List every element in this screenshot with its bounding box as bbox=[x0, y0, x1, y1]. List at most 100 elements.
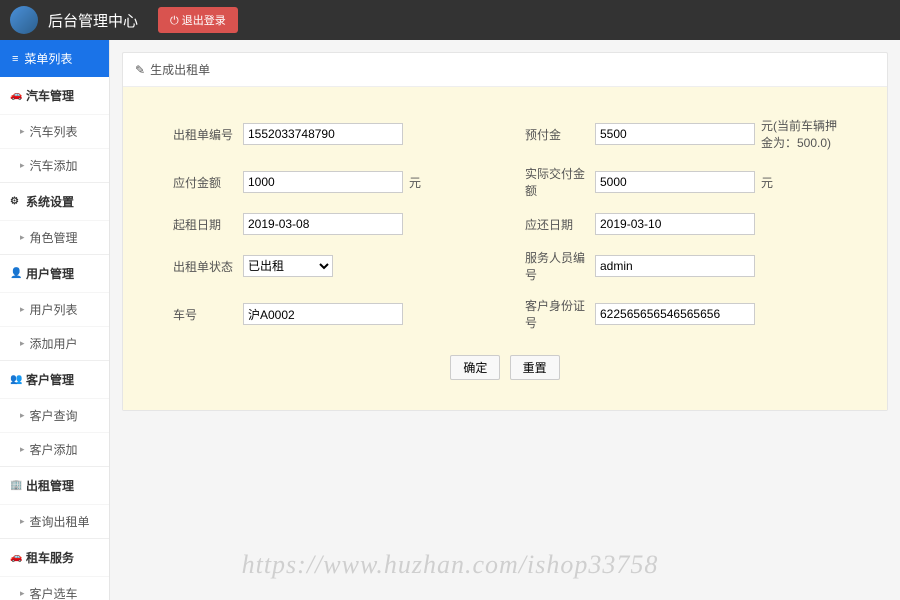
reset-button[interactable]: 重置 bbox=[510, 355, 560, 380]
input-rent-no[interactable] bbox=[243, 123, 403, 145]
submit-button[interactable]: 确定 bbox=[450, 355, 500, 380]
menu-group: 🚗 汽车管理 ▸ 汽车列表 ▸ 汽车添加 bbox=[0, 77, 109, 183]
sidebar-item[interactable]: ▸ 汽车列表 bbox=[0, 114, 109, 148]
sidebar-header-label: 菜单列表 bbox=[24, 50, 72, 67]
label-return-date: 应还日期 bbox=[525, 216, 595, 233]
chevron-right-icon: ▸ bbox=[20, 160, 25, 171]
menu-group-label: 出租管理 bbox=[26, 477, 74, 494]
menu-group-title[interactable]: 👥 客户管理 bbox=[0, 361, 109, 398]
menu-group-label: 用户管理 bbox=[26, 265, 74, 282]
chevron-right-icon: ▸ bbox=[20, 232, 25, 243]
label-actual-paid: 实际交付金额 bbox=[525, 165, 595, 199]
chevron-right-icon: ▸ bbox=[20, 410, 25, 421]
input-start-date[interactable] bbox=[243, 213, 403, 235]
sidebar-item-label: 添加用户 bbox=[30, 335, 78, 352]
row-actual-paid: 实际交付金额 元 bbox=[525, 165, 837, 199]
chevron-right-icon: ▸ bbox=[20, 516, 25, 527]
cog-icon: ⚙ bbox=[10, 196, 20, 207]
label-id-card: 客户身份证号 bbox=[525, 297, 595, 331]
sidebar-item[interactable]: ▸ 汽车添加 bbox=[0, 148, 109, 182]
row-deposit: 预付金 元(当前车辆押金为：500.0) bbox=[525, 117, 837, 151]
panel: ✎ 生成出租单 出租单编号 预付金 元(当前车辆押金为：500.0) 应付金 bbox=[122, 52, 888, 411]
row-start-date: 起租日期 bbox=[173, 213, 485, 235]
sidebar-item-label: 汽车列表 bbox=[30, 123, 78, 140]
chevron-right-icon: ▸ bbox=[20, 444, 25, 455]
menu-group: 👥 客户管理 ▸ 客户查询 ▸客户添加 bbox=[0, 361, 109, 467]
sidebar-item[interactable]: ▸ 角色管理 bbox=[0, 220, 109, 254]
panel-body: 出租单编号 预付金 元(当前车辆押金为：500.0) 应付金额 元 bbox=[123, 87, 887, 410]
input-car-no[interactable] bbox=[243, 303, 403, 325]
label-car-no: 车号 bbox=[173, 306, 243, 323]
sidebar-item[interactable]: ▸ 添加用户 bbox=[0, 326, 109, 360]
logout-button[interactable]: ⏻退出登录 bbox=[158, 7, 238, 33]
power-icon: ⏻ bbox=[170, 15, 179, 27]
user-icon: 👤 bbox=[10, 268, 20, 279]
menu-group-label: 系统设置 bbox=[26, 193, 74, 210]
menu-group-label: 客户管理 bbox=[26, 371, 74, 388]
form-actions: 确定 重置 bbox=[153, 355, 857, 380]
sidebar-item[interactable]: ▸ 客户选车 bbox=[0, 576, 109, 600]
sidebar-item[interactable]: ▸ 客户查询 bbox=[0, 398, 109, 432]
sidebar-item[interactable]: ▸ 查询出租单 bbox=[0, 504, 109, 538]
row-staff: 服务人员编号 bbox=[525, 249, 837, 283]
label-payable: 应付金额 bbox=[173, 174, 243, 191]
building-icon: 🏢 bbox=[10, 480, 20, 491]
sidebar-item-label: 角色管理 bbox=[30, 229, 78, 246]
input-actual-paid[interactable] bbox=[595, 171, 755, 193]
users-icon: 👥 bbox=[10, 374, 20, 385]
logout-label: 退出登录 bbox=[182, 15, 226, 27]
input-payable[interactable] bbox=[243, 171, 403, 193]
edit-icon: ✎ bbox=[135, 63, 145, 77]
payable-unit: 元 bbox=[409, 174, 421, 191]
sidebar: ≡ 菜单列表 🚗 汽车管理 ▸ 汽车列表 ▸ 汽车添加 ⚙ 系统设置 ▸ 角色管理 👤 用户管理 ▸ 用户… bbox=[0, 40, 110, 600]
panel-title: 生成出租单 bbox=[150, 61, 210, 78]
avatar[interactable] bbox=[10, 6, 38, 34]
input-deposit[interactable] bbox=[595, 123, 755, 145]
actual-paid-unit: 元 bbox=[761, 174, 773, 191]
input-return-date[interactable] bbox=[595, 213, 755, 235]
menu-group-title[interactable]: 🚗 汽车管理 bbox=[0, 77, 109, 114]
menu-group-title[interactable]: 🏢 出租管理 bbox=[0, 467, 109, 504]
row-status: 出租单状态 已出租 bbox=[173, 249, 485, 283]
sidebar-item[interactable]: ▸客户添加 bbox=[0, 432, 109, 466]
select-status[interactable]: 已出租 bbox=[243, 255, 333, 277]
form: 出租单编号 预付金 元(当前车辆押金为：500.0) 应付金额 元 bbox=[173, 117, 837, 331]
header: 后台管理中心 ⏻退出登录 bbox=[0, 0, 900, 40]
label-rent-no: 出租单编号 bbox=[173, 126, 243, 143]
row-id-card: 客户身份证号 bbox=[525, 297, 837, 331]
sidebar-item-label: 用户列表 bbox=[30, 301, 78, 318]
row-rent-no: 出租单编号 bbox=[173, 117, 485, 151]
brand-title: 后台管理中心 bbox=[48, 10, 138, 31]
menu-group-title[interactable]: 👤 用户管理 bbox=[0, 255, 109, 292]
label-start-date: 起租日期 bbox=[173, 216, 243, 233]
sidebar-item-label: 客户查询 bbox=[30, 407, 78, 424]
menu-group: 🏢 出租管理 ▸ 查询出租单 bbox=[0, 467, 109, 539]
label-staff: 服务人员编号 bbox=[525, 249, 595, 283]
sidebar-header: ≡ 菜单列表 bbox=[0, 40, 109, 77]
sidebar-item-label: 查询出租单 bbox=[30, 513, 90, 530]
row-car-no: 车号 bbox=[173, 297, 485, 331]
menu-group: 🚗 租车服务 ▸ 客户选车 bbox=[0, 539, 109, 600]
chevron-right-icon: ▸ bbox=[20, 338, 25, 349]
menu-group: ⚙ 系统设置 ▸ 角色管理 bbox=[0, 183, 109, 255]
menu-group-label: 租车服务 bbox=[26, 549, 74, 566]
sidebar-item-label: 汽车添加 bbox=[30, 157, 78, 174]
row-return-date: 应还日期 bbox=[525, 213, 837, 235]
sidebar-item[interactable]: ▸ 用户列表 bbox=[0, 292, 109, 326]
label-status: 出租单状态 bbox=[173, 258, 243, 275]
deposit-hint: 元(当前车辆押金为：500.0) bbox=[761, 117, 837, 151]
panel-header: ✎ 生成出租单 bbox=[123, 53, 887, 87]
input-staff[interactable] bbox=[595, 255, 755, 277]
menu-group-title[interactable]: 🚗 租车服务 bbox=[0, 539, 109, 576]
label-deposit: 预付金 bbox=[525, 126, 595, 143]
car-icon: 🚗 bbox=[10, 552, 20, 563]
sidebar-item-label: 客户选车 bbox=[30, 585, 78, 600]
chevron-right-icon: ▸ bbox=[20, 304, 25, 315]
input-id-card[interactable] bbox=[595, 303, 755, 325]
car-icon: 🚗 bbox=[10, 90, 20, 101]
chevron-right-icon: ▸ bbox=[20, 126, 25, 137]
chevron-right-icon: ▸ bbox=[20, 588, 25, 599]
menu-group-title[interactable]: ⚙ 系统设置 bbox=[0, 183, 109, 220]
main: ✎ 生成出租单 出租单编号 预付金 元(当前车辆押金为：500.0) 应付金 bbox=[110, 40, 900, 600]
menu-group-label: 汽车管理 bbox=[26, 87, 74, 104]
